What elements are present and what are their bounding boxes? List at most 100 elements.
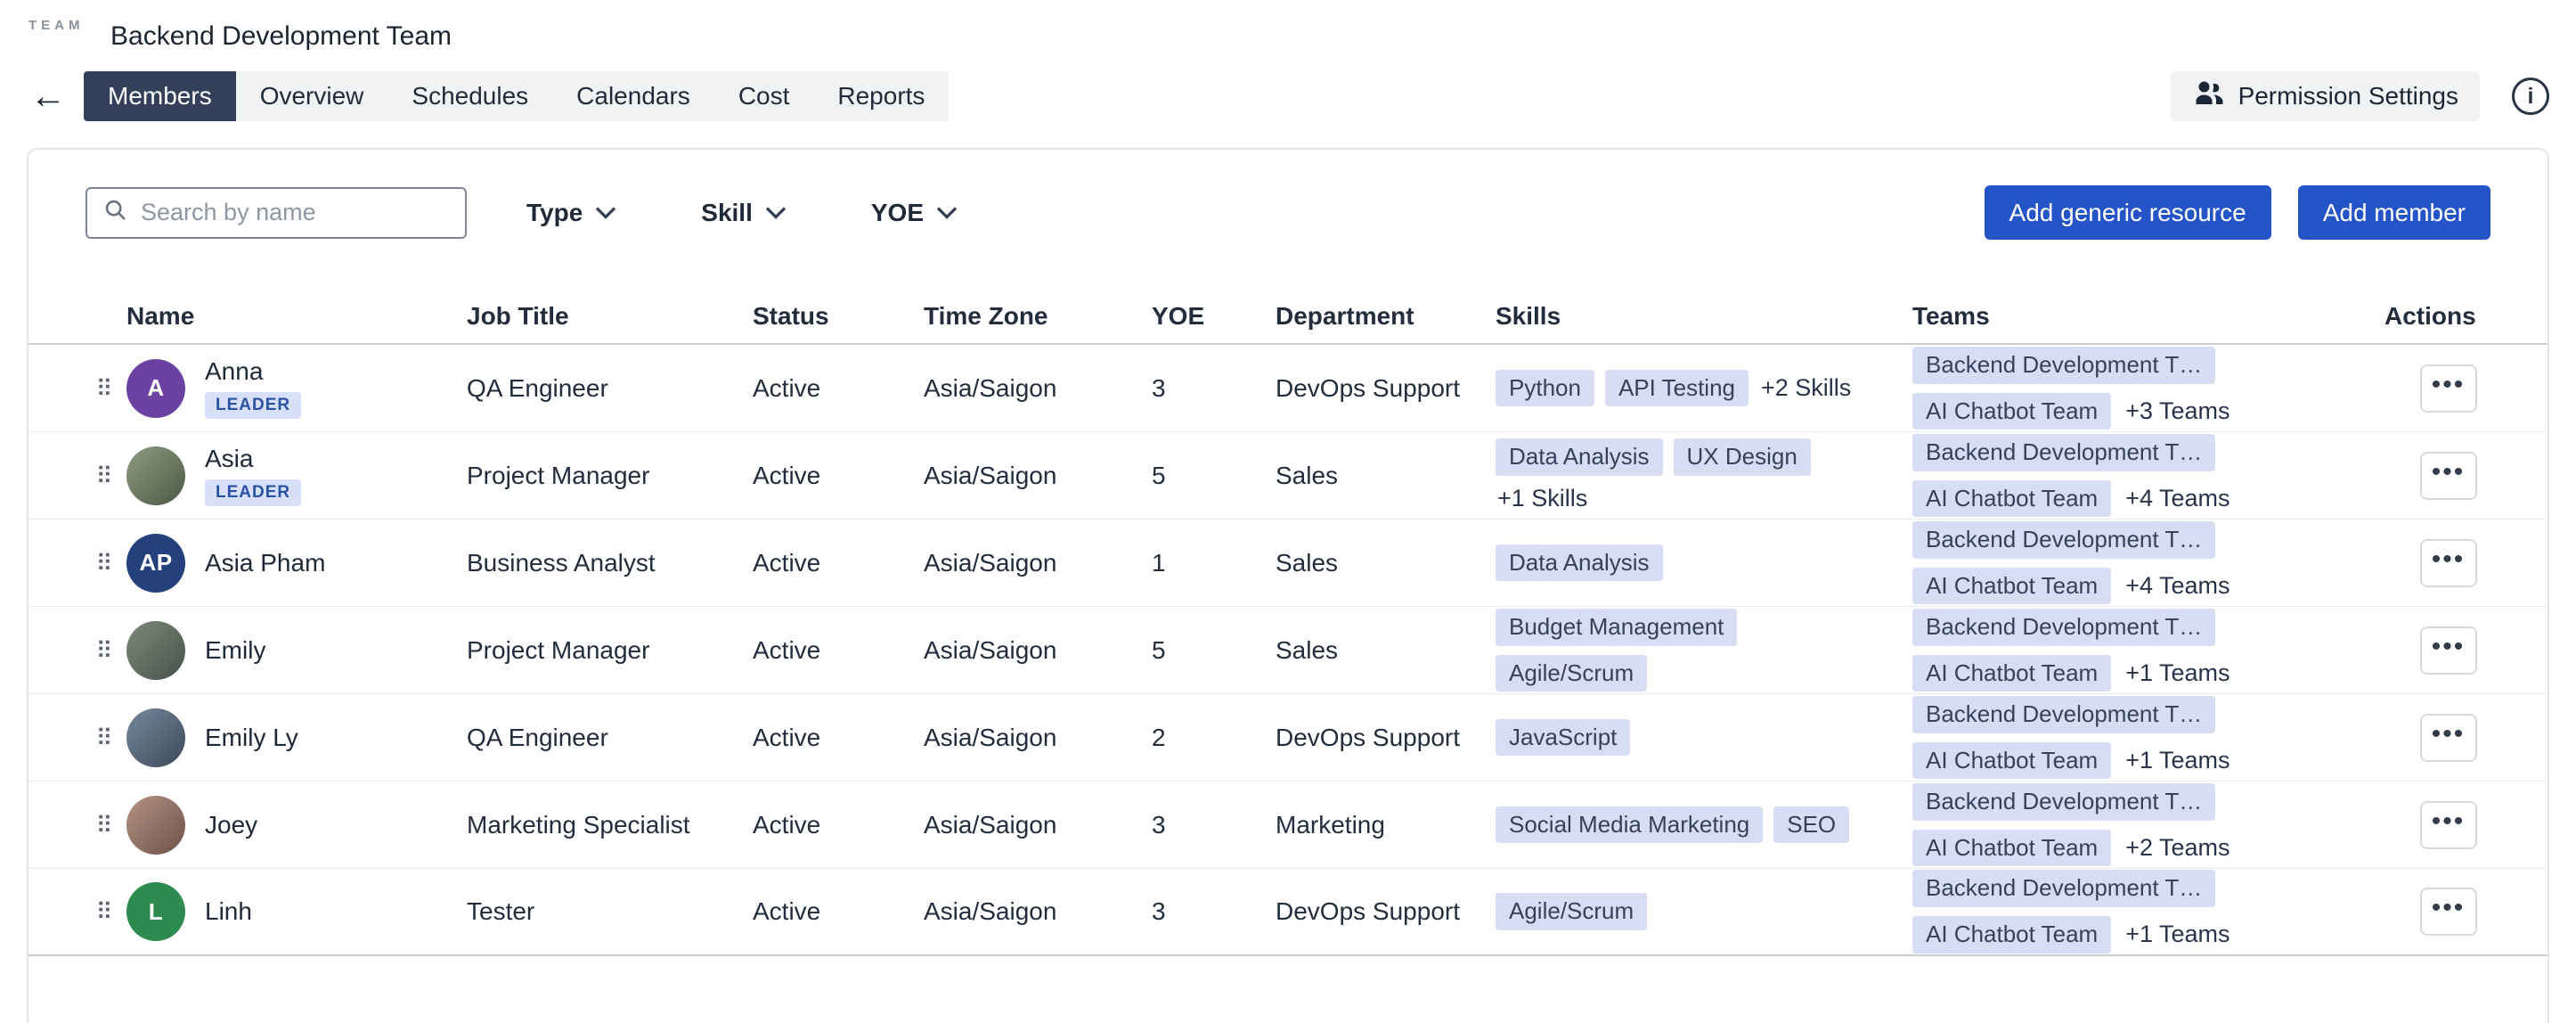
team-chip: Backend Development T…	[1912, 696, 2215, 733]
member-name: Linh	[205, 897, 252, 926]
team-chip: Backend Development T…	[1912, 521, 2215, 559]
row-actions-button[interactable]: •••	[2420, 714, 2477, 762]
time-zone: Asia/Saigon	[924, 462, 1152, 490]
permission-settings-label: Permission Settings	[2238, 82, 2458, 110]
row-actions-button[interactable]: •••	[2420, 626, 2477, 675]
filter-label: YOE	[871, 199, 924, 227]
team-chip: Backend Development T…	[1912, 609, 2215, 646]
filter-type[interactable]: Type	[526, 199, 616, 227]
time-zone: Asia/Saigon	[924, 897, 1152, 926]
search-input[interactable]	[141, 199, 456, 226]
table-body: ⠿ A Anna LEADER QA Engineer Active Asia/…	[29, 345, 2547, 956]
team-eyebrow: TEAM	[29, 18, 85, 33]
skills-more: +1 Skills	[1497, 485, 1587, 512]
team-chip: AI Chatbot Team	[1912, 568, 2111, 605]
search-icon	[103, 198, 128, 227]
drag-handle-icon[interactable]: ⠿	[95, 552, 112, 575]
time-zone: Asia/Saigon	[924, 374, 1152, 403]
skills-list: Data AnalysisUX Design+1 Skills	[1496, 438, 1882, 512]
leader-badge: LEADER	[205, 392, 301, 419]
team-chip: AI Chatbot Team	[1912, 742, 2111, 780]
teams-more: +1 Teams	[2125, 921, 2230, 948]
skill-chip: Budget Management	[1496, 609, 1737, 646]
table-row: ⠿ Emily Project Manager Active Asia/Saig…	[29, 607, 2547, 694]
row-actions-button[interactable]: •••	[2420, 364, 2477, 413]
yoe: 2	[1152, 724, 1276, 752]
row-actions-button[interactable]: •••	[2420, 801, 2477, 849]
row-actions-button[interactable]: •••	[2420, 539, 2477, 587]
tab-bar: MembersOverviewSchedulesCalendarsCostRep…	[84, 71, 949, 121]
tab-overview[interactable]: Overview	[236, 71, 388, 121]
search-box	[86, 187, 467, 239]
time-zone: Asia/Saigon	[924, 549, 1152, 577]
teams-more: +1 Teams	[2125, 659, 2230, 687]
table-row: ⠿ L Linh Tester Active Asia/Saigon 3 Dev…	[29, 869, 2547, 956]
teams-list: Backend Development T… AI Chatbot Team +4…	[1912, 521, 2384, 605]
info-icon[interactable]: i	[2512, 78, 2549, 115]
team-chip: AI Chatbot Team	[1912, 655, 2111, 692]
drag-handle-icon[interactable]: ⠿	[95, 377, 112, 400]
column-header-department: Department	[1276, 302, 1496, 331]
avatar: AP	[126, 534, 185, 593]
skill-chip: Social Media Marketing	[1496, 806, 1763, 844]
drag-handle-icon[interactable]: ⠿	[95, 464, 112, 487]
drag-handle-icon[interactable]: ⠿	[95, 814, 112, 837]
tab-cost[interactable]: Cost	[714, 71, 814, 121]
row-actions-button[interactable]: •••	[2420, 452, 2477, 500]
team-chip: Backend Development T…	[1912, 347, 2215, 384]
chevron-down-icon	[765, 206, 787, 219]
status: Active	[753, 897, 924, 926]
table-row: ⠿ Joey Marketing Specialist Active Asia/…	[29, 782, 2547, 869]
table-header: Name Job Title Status Time Zone YOE Depa…	[29, 290, 2547, 345]
column-header-teams: Teams	[1912, 302, 2384, 331]
team-chip: AI Chatbot Team	[1912, 393, 2111, 430]
skills-list: Social Media MarketingSEO	[1496, 806, 1882, 844]
skills-list: JavaScript	[1496, 719, 1882, 757]
back-button[interactable]: ←	[27, 71, 84, 121]
teams-list: Backend Development T… AI Chatbot Team+2…	[1912, 783, 2384, 867]
team-chip: AI Chatbot Team	[1912, 830, 2111, 867]
filter-label: Type	[526, 199, 583, 227]
team-chip: Backend Development T…	[1912, 434, 2215, 471]
skill-chip: API Testing	[1605, 370, 1749, 407]
drag-handle-icon[interactable]: ⠿	[95, 639, 112, 662]
skills-list: Data Analysis	[1496, 544, 1882, 582]
add-member-button[interactable]: Add member	[2298, 185, 2490, 240]
filter-yoe[interactable]: YOE	[871, 199, 958, 227]
job-title: Tester	[467, 897, 753, 926]
skill-chip: Agile/Scrum	[1496, 893, 1647, 930]
tab-schedules[interactable]: Schedules	[387, 71, 552, 121]
teams-list: Backend Development T… AI Chatbot Team +1…	[1912, 609, 2384, 692]
teams-more: +4 Teams	[2125, 572, 2230, 600]
tab-calendars[interactable]: Calendars	[552, 71, 714, 121]
department: Sales	[1276, 636, 1496, 665]
job-title: QA Engineer	[467, 724, 753, 752]
status: Active	[753, 462, 924, 490]
job-title: Business Analyst	[467, 549, 753, 577]
chevron-down-icon	[595, 206, 616, 219]
department: DevOps Support	[1276, 897, 1496, 926]
column-header-yoe: YOE	[1152, 302, 1276, 331]
yoe: 3	[1152, 897, 1276, 926]
tab-reports[interactable]: Reports	[813, 71, 949, 121]
avatar	[126, 796, 185, 855]
members-panel: Type Skill YOE Add generic resource Add mem…	[27, 148, 2549, 1023]
department: Marketing	[1276, 811, 1496, 839]
teams-more: +2 Teams	[2125, 834, 2230, 862]
add-generic-resource-button[interactable]: Add generic resource	[1985, 185, 2271, 240]
filter-skill[interactable]: Skill	[701, 199, 787, 227]
drag-handle-icon[interactable]: ⠿	[95, 900, 112, 923]
skills-more: +2 Skills	[1761, 374, 1851, 402]
teams-list: Backend Development T… AI Chatbot Team+3…	[1912, 347, 2384, 430]
table-row: ⠿ AP Asia Pham Business Analyst Active A…	[29, 520, 2547, 607]
yoe: 3	[1152, 811, 1276, 839]
tab-members[interactable]: Members	[84, 71, 236, 121]
yoe: 1	[1152, 549, 1276, 577]
drag-handle-icon[interactable]: ⠿	[95, 726, 112, 749]
yoe: 5	[1152, 636, 1276, 665]
row-actions-button[interactable]: •••	[2420, 888, 2477, 936]
team-chip: AI Chatbot Team	[1912, 916, 2111, 953]
teams-more: +1 Teams	[2125, 747, 2230, 774]
department: DevOps Support	[1276, 724, 1496, 752]
permission-settings-button[interactable]: Permission Settings	[2171, 71, 2480, 121]
